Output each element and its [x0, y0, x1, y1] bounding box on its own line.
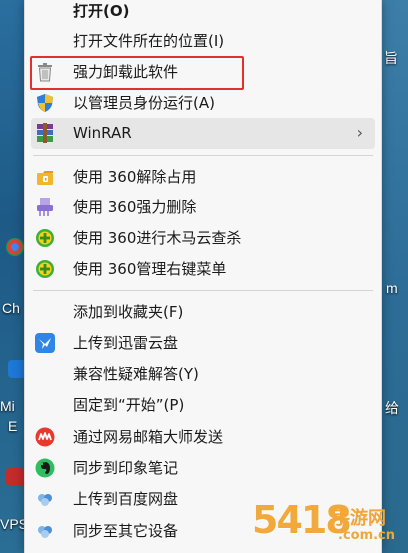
360-scan-icon	[35, 228, 55, 248]
context-menu: 打开(O) 打开文件所在的位置(I) 强力卸载此软件 以管理员身份运行(A) W…	[24, 0, 382, 553]
menu-item-label: 使用 360强力删除	[73, 198, 197, 216]
chrome-desktop-icon[interactable]	[6, 238, 24, 256]
menu-item-label: 打开文件所在的位置(I)	[73, 32, 225, 50]
menu-item-label: 打开(O)	[73, 2, 130, 20]
menu-item-label: 同步至其它设备	[73, 522, 179, 540]
vps-desktop-icon[interactable]	[6, 468, 24, 486]
menu-item-run-as-admin[interactable]: 以管理员身份运行(A)	[25, 88, 381, 118]
menu-item-xunlei-upload[interactable]: 上传到迅雷云盘	[25, 328, 381, 358]
menu-item-open[interactable]: 打开(O)	[25, 0, 381, 26]
menu-item-netease-mail[interactable]: 通过网易邮箱大师发送	[25, 422, 381, 452]
desktop-label-right-3: 给	[385, 400, 399, 416]
baidu-sync-icon	[35, 521, 55, 541]
desktop-label-e: E	[8, 418, 18, 434]
menu-separator	[33, 290, 373, 291]
site-watermark: 5418 手游网 .com.cn	[252, 496, 408, 553]
360-unlock-icon	[35, 167, 55, 187]
chevron-right-icon: ›	[356, 123, 363, 142]
menu-item-label: 上传到百度网盘	[73, 490, 179, 508]
menu-item-360-menu-manager[interactable]: 使用 360管理右键菜单	[25, 254, 381, 284]
desktop-label-right-1: 旨	[384, 50, 398, 66]
menu-item-evernote[interactable]: 同步到印象笔记	[25, 453, 381, 483]
watermark-site-name: 手游网	[332, 508, 386, 529]
menu-item-label: 兼容性疑难解答(Y)	[73, 365, 199, 383]
menu-item-360-unlock[interactable]: 使用 360解除占用	[25, 162, 381, 192]
desktop-label-mi: Mi	[0, 398, 15, 414]
menu-item-label: 使用 360管理右键菜单	[73, 260, 227, 278]
menu-item-label: 同步到印象笔记	[73, 459, 179, 477]
netease-mail-icon	[35, 427, 55, 447]
360-shred-icon	[35, 197, 55, 217]
desktop-label-ch: Ch	[2, 300, 20, 316]
menu-item-label: 使用 360进行木马云查杀	[73, 229, 242, 247]
menu-item-compat-troubleshoot[interactable]: 兼容性疑难解答(Y)	[25, 359, 381, 389]
menu-item-label: 添加到收藏夹(F)	[73, 303, 184, 321]
menu-item-pin-start[interactable]: 固定到“开始”(P)	[25, 390, 381, 420]
xunlei-icon	[35, 333, 55, 353]
menu-item-winrar[interactable]: WinRAR ›	[31, 118, 375, 149]
watermark-domain: .com.cn	[338, 528, 396, 543]
menu-item-label: 通过网易邮箱大师发送	[73, 428, 224, 446]
menu-separator	[33, 155, 373, 156]
evernote-icon	[35, 458, 55, 478]
menu-item-label: 以管理员身份运行(A)	[73, 94, 215, 112]
baidu-pan-icon	[35, 489, 55, 509]
menu-item-add-favorites[interactable]: 添加到收藏夹(F)	[25, 297, 381, 327]
menu-item-360-trojan-scan[interactable]: 使用 360进行木马云查杀	[25, 223, 381, 253]
360-menu-icon	[35, 259, 55, 279]
menu-item-label: 固定到“开始”(P)	[73, 396, 185, 414]
highlight-annotation	[30, 56, 244, 90]
menu-item-360-shred[interactable]: 使用 360强力删除	[25, 192, 381, 222]
menu-item-label: 使用 360解除占用	[73, 168, 197, 186]
winrar-icon	[35, 123, 55, 143]
desktop-label-right-2: m	[386, 280, 398, 296]
menu-item-open-location[interactable]: 打开文件所在的位置(I)	[25, 26, 381, 56]
uac-shield-icon	[35, 93, 55, 113]
menu-item-label: 上传到迅雷云盘	[73, 334, 179, 352]
menu-item-label: WinRAR	[73, 124, 132, 142]
